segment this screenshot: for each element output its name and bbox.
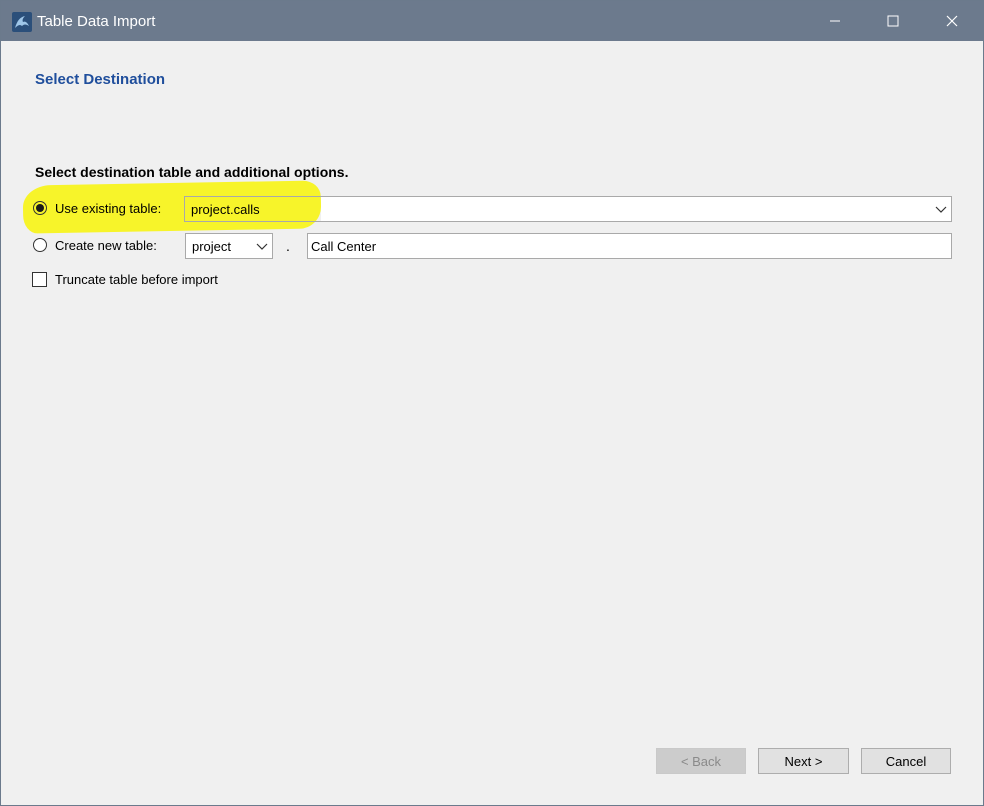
title-bar[interactable]: Table Data Import: [1, 1, 983, 41]
schema-table-separator: .: [286, 238, 290, 254]
schema-select[interactable]: project: [185, 233, 273, 259]
instructions-text: Select destination table and additional …: [35, 164, 349, 180]
existing-table-select[interactable]: project.calls: [184, 196, 952, 222]
chevron-down-icon: [256, 243, 268, 250]
create-new-table-radio[interactable]: [33, 238, 47, 252]
create-new-table-label[interactable]: Create new table:: [55, 238, 157, 253]
chevron-down-icon: [935, 206, 947, 213]
minimize-icon: [830, 20, 840, 22]
use-existing-table-radio[interactable]: [33, 201, 47, 215]
close-icon: [946, 15, 958, 27]
minimize-button[interactable]: [806, 1, 864, 41]
page-heading: Select Destination: [35, 71, 166, 88]
back-button[interactable]: < Back: [656, 748, 746, 774]
existing-table-select-field: [321, 197, 951, 221]
truncate-table-checkbox[interactable]: [32, 272, 47, 287]
maximize-icon: [887, 15, 899, 27]
next-button[interactable]: Next >: [758, 748, 849, 774]
maximize-button[interactable]: [864, 1, 922, 41]
cancel-button[interactable]: Cancel: [861, 748, 951, 774]
existing-table-value: project.calls: [191, 202, 260, 217]
table-data-import-window: Table Data Import Select Destination Sel…: [0, 0, 984, 806]
schema-value: project: [192, 239, 232, 254]
use-existing-table-label[interactable]: Use existing table:: [55, 201, 161, 216]
workbench-dolphin-icon: [12, 12, 32, 32]
new-table-name-input[interactable]: [307, 233, 952, 259]
truncate-table-label[interactable]: Truncate table before import: [55, 272, 218, 287]
close-button[interactable]: [923, 1, 981, 41]
window-title: Table Data Import: [37, 13, 156, 30]
